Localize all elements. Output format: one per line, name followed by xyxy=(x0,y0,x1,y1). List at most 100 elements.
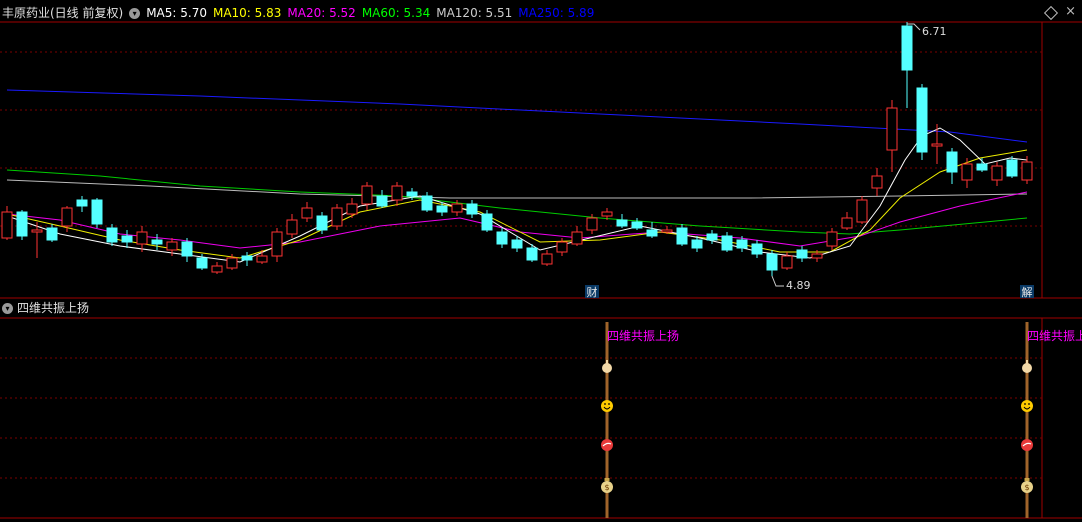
candlestick-series[interactable] xyxy=(1,22,1033,276)
close-icon[interactable]: × xyxy=(1065,4,1076,20)
candle-body xyxy=(451,203,463,213)
candle-body xyxy=(826,231,838,247)
candle-body xyxy=(886,107,898,151)
candlestick xyxy=(331,204,343,230)
candle-body xyxy=(991,165,1003,181)
candlestick xyxy=(541,250,553,266)
candlestick xyxy=(466,200,478,218)
smiley-eye xyxy=(604,403,606,405)
candlestick xyxy=(121,230,133,248)
candle-body xyxy=(1006,159,1018,177)
candlestick xyxy=(961,158,973,188)
candle-body xyxy=(931,143,943,147)
candle-body xyxy=(151,239,163,245)
candle-body xyxy=(406,191,418,197)
candle-body xyxy=(661,229,673,233)
candle-body xyxy=(646,229,658,237)
candle-body xyxy=(946,151,958,173)
candlestick xyxy=(631,218,643,230)
candlestick xyxy=(91,198,103,228)
candle-body xyxy=(601,211,613,217)
candle-body xyxy=(736,239,748,249)
candlestick xyxy=(211,262,223,274)
candle-body xyxy=(301,207,313,219)
indicator-header: ▾ 四维共振上扬 xyxy=(2,300,89,316)
candle-body xyxy=(481,213,493,231)
candlestick xyxy=(721,232,733,252)
candlestick xyxy=(856,196,868,224)
event-marker-label: 解 xyxy=(1022,285,1033,299)
smiley-icon xyxy=(1021,400,1033,412)
candlestick xyxy=(391,182,403,206)
indicator-dropdown-icon[interactable]: ▾ xyxy=(2,302,13,314)
candle-body xyxy=(856,199,868,223)
chart-stage: 6.71 4.89 财 解 四维共振上扬 $ 四维共振上扬 $ xyxy=(0,21,1082,519)
candlestick xyxy=(241,252,253,266)
candle-body xyxy=(541,253,553,265)
candle-body xyxy=(916,87,928,153)
candlestick xyxy=(76,196,88,212)
signal-label: 四维共振上扬 xyxy=(1027,328,1082,343)
candlestick xyxy=(286,214,298,238)
candlestick xyxy=(646,222,658,238)
candlestick xyxy=(796,246,808,262)
candle-body xyxy=(331,207,343,227)
candle-body xyxy=(241,255,253,261)
candle-body xyxy=(466,203,478,215)
smiley-eye xyxy=(1024,403,1026,405)
candle-body xyxy=(571,231,583,245)
hand-finger xyxy=(1026,360,1028,366)
ma10-label: MA10: 5.83 xyxy=(212,6,282,20)
candlestick xyxy=(751,240,763,258)
candlestick xyxy=(421,192,433,212)
candle-body xyxy=(121,235,133,243)
dollar-sign: $ xyxy=(604,483,609,492)
low-price-label: 4.89 xyxy=(786,279,811,292)
candle-body xyxy=(586,217,598,231)
candle-body xyxy=(136,231,148,245)
main-chart-header: 丰原药业(日线 前复权) ▾ MA5: 5.70 MA10: 5.83 MA20… xyxy=(2,5,600,21)
candlestick xyxy=(526,244,538,262)
candle-body xyxy=(376,195,388,207)
candle-body xyxy=(61,207,73,227)
hand-finger xyxy=(606,360,608,366)
candlestick xyxy=(871,168,883,196)
candle-body xyxy=(631,221,643,229)
candlestick xyxy=(271,228,283,262)
event-marker-label: 财 xyxy=(587,285,598,299)
candle-body xyxy=(1021,161,1033,181)
settings-dropdown-icon[interactable]: ▾ xyxy=(129,7,141,19)
candle-body xyxy=(871,175,883,189)
dollar-sign: $ xyxy=(1024,483,1029,492)
stock-title[interactable]: 丰原药业(日线 前复权) xyxy=(2,5,123,21)
candle-body xyxy=(511,239,523,249)
candle-body xyxy=(46,227,58,241)
candlestick xyxy=(901,22,913,108)
candle-body xyxy=(256,255,268,263)
candlestick xyxy=(676,224,688,246)
candle-body xyxy=(211,265,223,273)
ma250-line xyxy=(6,89,1028,143)
candle-body xyxy=(811,253,823,259)
indicator-title[interactable]: 四维共振上扬 xyxy=(17,300,89,316)
candle-body xyxy=(796,249,808,259)
candlestick xyxy=(346,198,358,218)
candlestick xyxy=(301,202,313,222)
candlestick xyxy=(1006,156,1018,178)
candlestick xyxy=(976,158,988,172)
smiley-eye xyxy=(608,403,610,405)
candlestick xyxy=(316,212,328,234)
candlestick xyxy=(1,206,13,240)
candle-body xyxy=(76,199,88,207)
candlestick xyxy=(1021,156,1033,184)
ma250-label: MA250: 5.89 xyxy=(518,6,595,20)
candlestick xyxy=(916,84,928,160)
ma120-label: MA120: 5.51 xyxy=(436,6,513,20)
candle-body xyxy=(1,211,13,239)
candlestick xyxy=(16,210,28,240)
candle-body xyxy=(766,253,778,271)
candlestick xyxy=(151,234,163,250)
candlestick xyxy=(616,214,628,228)
signal-column: 四维共振上扬 $ xyxy=(1021,322,1082,518)
red-ball-icon xyxy=(601,439,613,451)
